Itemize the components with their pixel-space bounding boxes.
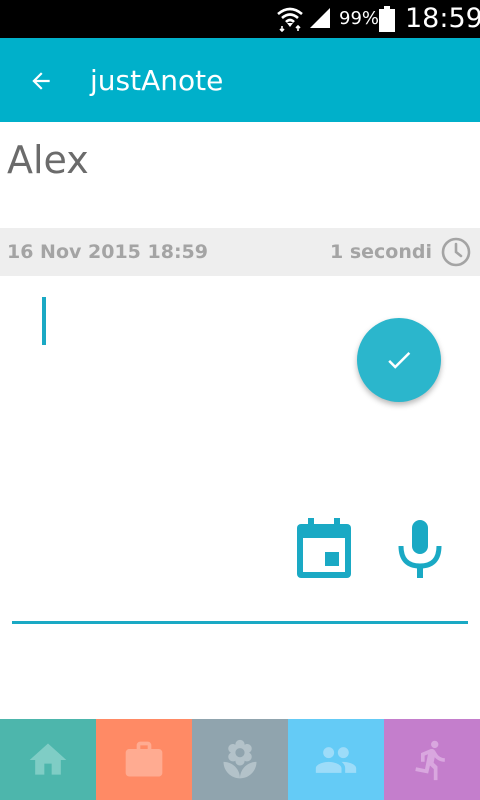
status-bar: 99% 18:59: [0, 0, 480, 38]
done-button[interactable]: [357, 318, 441, 402]
note-elapsed-time: 1 secondi: [330, 241, 432, 263]
microphone-button[interactable]: [392, 516, 448, 580]
nav-item-home[interactable]: [0, 719, 96, 800]
home-icon: [29, 743, 67, 775]
back-button[interactable]: [18, 58, 64, 104]
nav-item-work[interactable]: [96, 719, 192, 800]
calendar-button[interactable]: [294, 516, 354, 580]
people-icon: [315, 746, 357, 773]
note-meta-bar: 16 Nov 2015 18:59 1 secondi: [0, 228, 480, 276]
briefcase-icon: [125, 741, 163, 776]
flower-icon: [223, 739, 257, 778]
nav-item-people[interactable]: [288, 719, 384, 800]
check-icon: [388, 351, 411, 369]
running-person-icon: [415, 740, 445, 780]
status-time: 18:59: [405, 3, 480, 34]
arrow-back-icon: [32, 72, 50, 90]
cell-signal-icon: [310, 8, 330, 28]
battery-percent: 99%: [339, 8, 380, 29]
clock-icon: [441, 237, 471, 267]
note-editor-screen: 99% 18:59 justAnote Alex 16 Nov 2015 18:…: [0, 0, 480, 800]
note-body-input[interactable]: [10, 290, 340, 490]
note-title[interactable]: Alex: [7, 138, 89, 182]
battery-icon: [379, 6, 395, 32]
bottom-category-nav: [0, 719, 480, 800]
nav-item-nature[interactable]: [192, 719, 288, 800]
app-bar: justAnote: [0, 38, 480, 122]
wifi-icon: [277, 7, 303, 32]
microphone-icon: [398, 520, 442, 578]
nav-item-sport[interactable]: [384, 719, 480, 800]
calendar-icon: [297, 518, 351, 578]
app-title: justAnote: [90, 64, 224, 97]
text-cursor: [42, 297, 46, 345]
note-date: 16 Nov 2015 18:59: [7, 241, 208, 263]
editor-underline: [12, 621, 468, 624]
